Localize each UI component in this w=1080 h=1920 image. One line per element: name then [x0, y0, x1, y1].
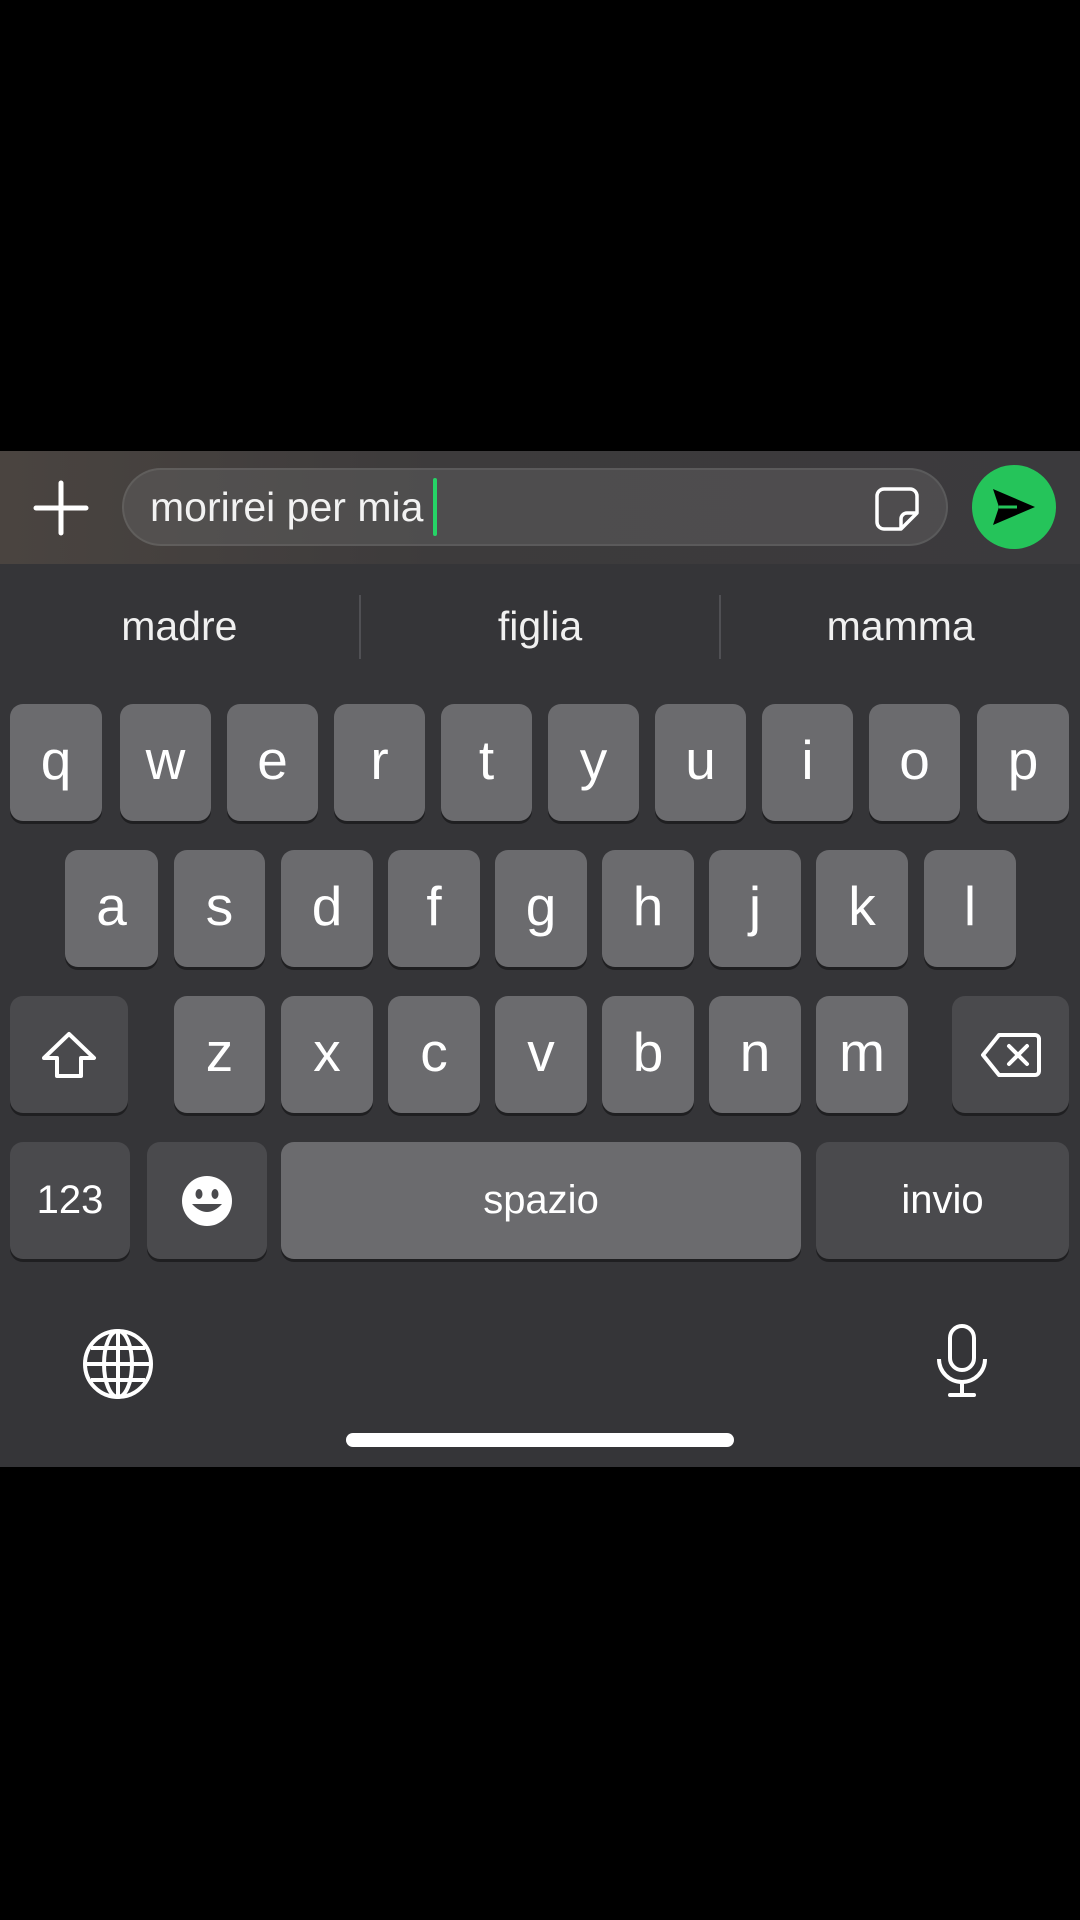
key-v[interactable]: v	[495, 996, 587, 1113]
key-l[interactable]: l	[924, 850, 1016, 967]
globe-icon[interactable]	[82, 1328, 154, 1400]
key-s[interactable]: s	[174, 850, 265, 967]
key-e[interactable]: e	[227, 704, 318, 821]
key-n[interactable]: n	[709, 996, 801, 1113]
key-j[interactable]: j	[709, 850, 801, 967]
shift-icon	[42, 1031, 96, 1078]
backspace-icon	[980, 1032, 1041, 1077]
key-p[interactable]: p	[977, 704, 1069, 821]
key-x[interactable]: x	[281, 996, 373, 1113]
chat-input-area: morirei per mia madre figlia mamma q w e…	[0, 451, 1080, 1467]
plus-icon	[33, 480, 89, 536]
send-button[interactable]	[972, 465, 1056, 549]
message-text: morirei per mia	[150, 484, 424, 530]
autocomplete-bar: madre figlia mamma	[0, 564, 1080, 689]
key-w[interactable]: w	[120, 704, 211, 821]
key-h[interactable]: h	[602, 850, 694, 967]
send-icon	[993, 489, 1035, 525]
key-o[interactable]: o	[869, 704, 960, 821]
emoji-key[interactable]	[147, 1142, 267, 1259]
microphone-icon[interactable]	[934, 1323, 990, 1399]
key-u[interactable]: u	[655, 704, 746, 821]
key-d[interactable]: d	[281, 850, 373, 967]
shift-key[interactable]	[10, 996, 128, 1113]
key-z[interactable]: z	[174, 996, 265, 1113]
key-q[interactable]: q	[10, 704, 102, 821]
key-a[interactable]: a	[65, 850, 158, 967]
key-c[interactable]: c	[388, 996, 480, 1113]
message-composer: morirei per mia	[0, 451, 1080, 564]
key-m[interactable]: m	[816, 996, 908, 1113]
key-y[interactable]: y	[548, 704, 639, 821]
return-key[interactable]: invio	[816, 1142, 1069, 1259]
key-r[interactable]: r	[334, 704, 425, 821]
suggestion-mamma[interactable]: mamma	[721, 564, 1080, 689]
numbers-key[interactable]: 123	[10, 1142, 130, 1259]
sticker-icon[interactable]	[874, 486, 920, 532]
suggestion-madre[interactable]: madre	[0, 564, 359, 689]
key-g[interactable]: g	[495, 850, 587, 967]
key-b[interactable]: b	[602, 996, 694, 1113]
key-k[interactable]: k	[816, 850, 908, 967]
emoji-icon	[182, 1175, 232, 1226]
key-i[interactable]: i	[762, 704, 853, 821]
message-input[interactable]: morirei per mia	[122, 468, 948, 546]
home-indicator[interactable]	[346, 1433, 734, 1447]
key-f[interactable]: f	[388, 850, 480, 967]
text-caret	[433, 478, 438, 536]
suggestion-figlia[interactable]: figlia	[361, 564, 720, 689]
attach-button[interactable]	[28, 475, 94, 541]
space-key[interactable]: spazio	[281, 1142, 801, 1259]
key-t[interactable]: t	[441, 704, 532, 821]
delete-key[interactable]	[952, 996, 1069, 1113]
